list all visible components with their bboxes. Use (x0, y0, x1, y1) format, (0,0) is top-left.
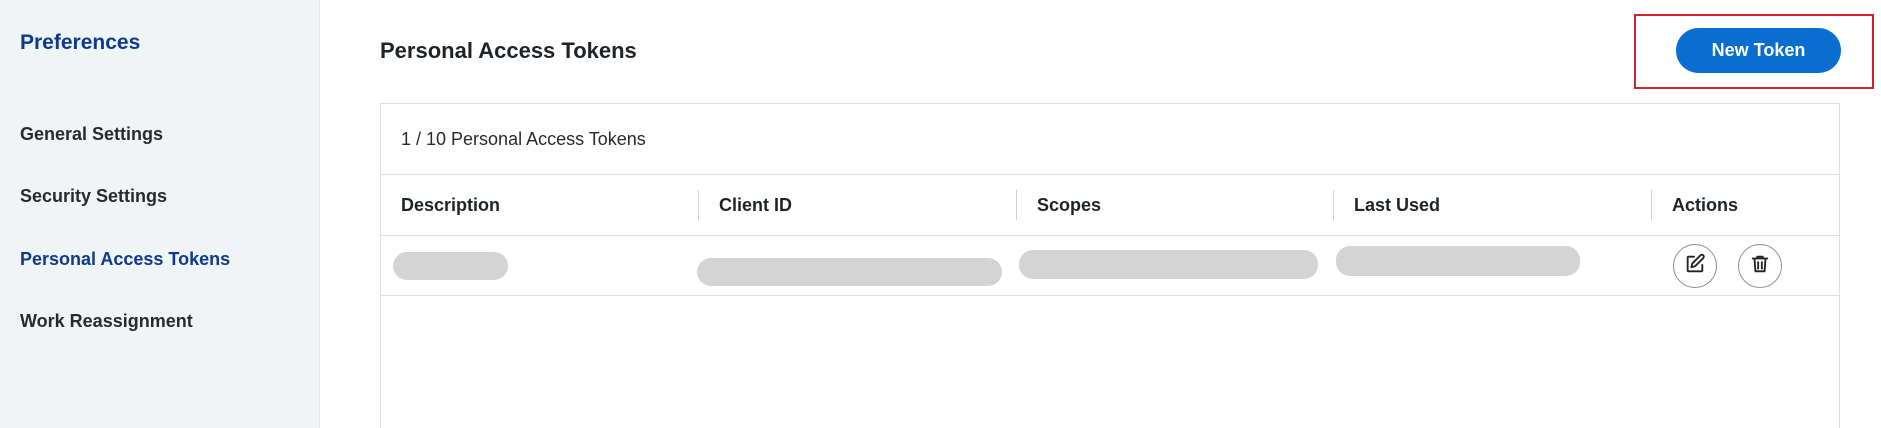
redacted-description (393, 252, 508, 280)
sidebar-item-personal-access-tokens[interactable]: Personal Access Tokens (20, 249, 230, 270)
column-header-client-id[interactable]: Client ID (719, 175, 792, 235)
tokens-panel: 1 / 10 Personal Access Tokens Descriptio… (380, 103, 1840, 428)
sidebar-item-work-reassignment[interactable]: Work Reassignment (20, 311, 193, 332)
column-divider (698, 190, 699, 220)
redacted-client-id (697, 258, 1002, 286)
sidebar-title: Preferences (20, 31, 141, 54)
delete-token-button[interactable] (1738, 244, 1782, 288)
new-token-button[interactable]: New Token (1676, 28, 1841, 73)
table-row (381, 236, 1839, 296)
column-header-last-used[interactable]: Last Used (1354, 175, 1440, 235)
edit-icon (1684, 253, 1706, 280)
redacted-last-used (1336, 246, 1580, 276)
page: Preferences General Settings Security Se… (0, 0, 1881, 428)
column-header-actions: Actions (1672, 194, 1739, 215)
page-title: Personal Access Tokens (380, 38, 637, 63)
sidebar: Preferences General Settings Security Se… (0, 0, 320, 428)
column-divider (1016, 190, 1017, 220)
token-count: 1 / 10 Personal Access Tokens (401, 129, 646, 149)
edit-token-button[interactable] (1673, 244, 1717, 288)
table-header: Description Client ID Scopes Last Used A… (381, 174, 1839, 236)
trash-icon (1749, 253, 1771, 280)
column-header-description[interactable]: Description (401, 175, 500, 235)
column-header-scopes[interactable]: Scopes (1037, 175, 1101, 235)
sidebar-item-general-settings[interactable]: General Settings (20, 124, 163, 145)
column-divider (1651, 190, 1652, 220)
column-divider (1333, 190, 1334, 220)
sidebar-item-security-settings[interactable]: Security Settings (20, 186, 167, 207)
redacted-scopes (1019, 250, 1318, 279)
